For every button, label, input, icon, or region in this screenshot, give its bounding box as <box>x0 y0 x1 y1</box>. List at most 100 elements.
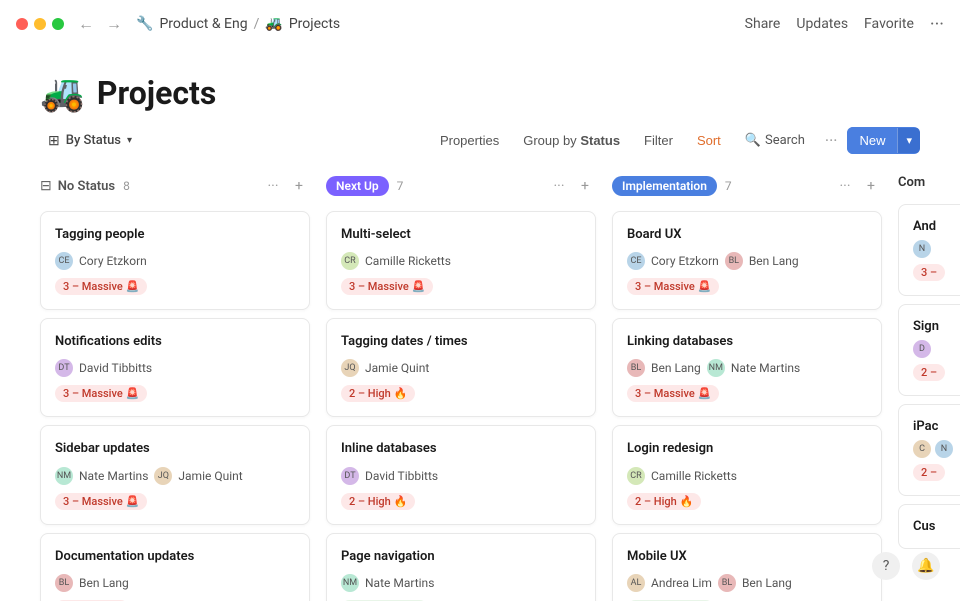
favorite-button[interactable]: Favorite <box>864 16 914 32</box>
new-button[interactable]: New <box>847 127 897 154</box>
partial-card-4[interactable]: Cus <box>898 504 960 549</box>
partial-card-3[interactable]: iPac C N 2 – <box>898 404 960 496</box>
person-nate-martins-2: Nate Martins <box>365 576 434 590</box>
badge-high-4: 2 – High 🔥 <box>627 493 701 510</box>
column-no-status-more[interactable]: ··· <box>262 175 284 197</box>
card-page-navigation-meta: NM Nate Martins <box>341 574 581 592</box>
maximize-button[interactable] <box>52 18 64 30</box>
traffic-lights <box>16 18 64 30</box>
updates-button[interactable]: Updates <box>796 16 848 32</box>
more-toolbar-icon[interactable]: ··· <box>819 126 844 155</box>
column-implementation-more[interactable]: ··· <box>834 175 856 197</box>
titlebar-left: ← → 🔧 Product & Eng / 🚜 Projects <box>16 12 340 36</box>
card-page-navigation[interactable]: Page navigation NM Nate Martins 1 – Norm… <box>326 533 596 601</box>
column-no-status-count: 8 <box>123 179 130 193</box>
share-button[interactable]: Share <box>745 16 781 32</box>
notify-button[interactable]: 🔔 <box>912 552 940 580</box>
card-page-navigation-title: Page navigation <box>341 548 581 566</box>
card-notifications-edits[interactable]: Notifications edits DT David Tibbitts 3 … <box>40 318 310 417</box>
card-sidebar-updates-title: Sidebar updates <box>55 440 295 458</box>
person-andrea-lim: Andrea Lim <box>651 576 712 590</box>
card-mobile-ux[interactable]: Mobile UX AL Andrea Lim BL Ben Lang 1 – … <box>612 533 882 601</box>
page-header: 🚜 Projects <box>0 48 960 126</box>
column-no-status-add[interactable]: + <box>288 175 310 197</box>
card-inline-databases[interactable]: Inline databases DT David Tibbitts 2 – H… <box>326 425 596 524</box>
card-mobile-ux-title: Mobile UX <box>627 548 867 566</box>
card-login-redesign[interactable]: Login redesign CR Camille Ricketts 2 – H… <box>612 425 882 524</box>
partial-card-1-meta: N <box>913 240 960 258</box>
column-no-status-label: No Status <box>58 179 115 194</box>
person-david-tibbitts: David Tibbitts <box>79 361 152 375</box>
partial-avatar-3b: N <box>935 440 953 458</box>
card-tagging-people[interactable]: Tagging people CE Cory Etzkorn 3 – Massi… <box>40 211 310 310</box>
search-button[interactable]: 🔍 Search <box>735 128 815 153</box>
card-notifications-edits-title: Notifications edits <box>55 333 295 351</box>
search-label: Search <box>765 133 805 148</box>
column-implementation: Implementation 7 ··· + Board UX CE Cory … <box>612 171 882 601</box>
new-button-caret[interactable]: ▾ <box>897 128 920 153</box>
card-tagging-dates[interactable]: Tagging dates / times JQ Jamie Quint 2 –… <box>326 318 596 417</box>
column-next-up: Next Up 7 ··· + Multi-select CR Camille … <box>326 171 596 601</box>
help-button[interactable]: ? <box>872 552 900 580</box>
card-documentation-updates[interactable]: Documentation updates BL Ben Lang 2 – Hi… <box>40 533 310 601</box>
partial-badge-2: 2 – <box>913 364 945 381</box>
breadcrumb-parent[interactable]: Product & Eng <box>159 16 247 32</box>
person-david-tibbitts-2: David Tibbitts <box>365 469 438 483</box>
board-icon: ⊞ <box>48 133 60 149</box>
avatar-camille-ricketts: CR <box>341 252 359 270</box>
column-next-up-header: Next Up 7 ··· + <box>326 171 596 201</box>
person-cory-etzkorn: Cory Etzkorn <box>79 254 147 268</box>
filter-button[interactable]: Filter <box>634 128 683 153</box>
avatar-cory-etzkorn: CE <box>55 252 73 270</box>
column-next-up-actions: ··· + <box>548 175 596 197</box>
column-next-up-more[interactable]: ··· <box>548 175 570 197</box>
breadcrumb-icon: 🔧 <box>136 16 153 32</box>
column-next-up-add[interactable]: + <box>574 175 596 197</box>
nav-arrows: ← → <box>74 12 126 36</box>
badge-massive-2: 3 – Massive 🚨 <box>55 385 147 402</box>
breadcrumb-page[interactable]: Projects <box>289 16 340 32</box>
person-nate-martins-3: Nate Martins <box>731 361 800 375</box>
close-button[interactable] <box>16 18 28 30</box>
partial-card-1[interactable]: And N 3 – <box>898 204 960 296</box>
toolbar: ⊞ By Status ▾ Properties Group by Status… <box>0 126 960 155</box>
column-implementation-add[interactable]: + <box>860 175 882 197</box>
toolbar-actions: Properties Group by Status Filter Sort 🔍… <box>430 126 920 155</box>
view-selector[interactable]: ⊞ By Status ▾ <box>40 128 140 154</box>
avatar-nate-martins-2: NM <box>341 574 359 592</box>
partial-card-4-title: Cus <box>913 519 960 534</box>
column-complete-header: Com <box>898 171 960 194</box>
avatar-nate-martins: NM <box>55 467 73 485</box>
avatar-andrea-lim: AL <box>627 574 645 592</box>
group-by-label: Group by <box>523 133 576 148</box>
avatar-cory-etzkorn-2: CE <box>627 252 645 270</box>
column-no-status-header: ⊟ No Status 8 ··· + <box>40 171 310 201</box>
card-linking-databases[interactable]: Linking databases BL Ben Lang NM Nate Ma… <box>612 318 882 417</box>
column-complete-label: Com <box>898 175 925 190</box>
person-camille-ricketts-2: Camille Ricketts <box>651 469 737 483</box>
new-button-wrapper: New ▾ <box>847 127 920 154</box>
avatar-ben-lang-2: BL <box>725 252 743 270</box>
avatar-camille-ricketts-2: CR <box>627 467 645 485</box>
card-multi-select[interactable]: Multi-select CR Camille Ricketts 3 – Mas… <box>326 211 596 310</box>
partial-badge-3: 2 – <box>913 464 945 481</box>
person-ben-lang-3: Ben Lang <box>651 361 701 375</box>
forward-button[interactable]: → <box>102 12 126 36</box>
back-button[interactable]: ← <box>74 12 98 36</box>
badge-massive-5: 3 – Massive 🚨 <box>627 278 719 295</box>
chevron-down-icon: ▾ <box>127 135 132 146</box>
badge-massive-6: 3 – Massive 🚨 <box>627 385 719 402</box>
more-options-icon[interactable]: ··· <box>930 14 944 35</box>
card-notifications-edits-meta: DT David Tibbitts <box>55 359 295 377</box>
column-implementation-count: 7 <box>725 179 732 193</box>
partial-card-2[interactable]: Sign D 2 – <box>898 304 960 396</box>
card-sidebar-updates[interactable]: Sidebar updates NM Nate Martins JQ Jamie… <box>40 425 310 524</box>
minimize-button[interactable] <box>34 18 46 30</box>
sort-button[interactable]: Sort <box>687 128 731 153</box>
person-camille-ricketts: Camille Ricketts <box>365 254 451 268</box>
avatar-ben-lang: BL <box>55 574 73 592</box>
properties-button[interactable]: Properties <box>430 128 509 153</box>
group-by-button[interactable]: Group by Status <box>513 128 630 153</box>
avatar-ben-lang-4: BL <box>718 574 736 592</box>
card-board-ux[interactable]: Board UX CE Cory Etzkorn BL Ben Lang 3 –… <box>612 211 882 310</box>
